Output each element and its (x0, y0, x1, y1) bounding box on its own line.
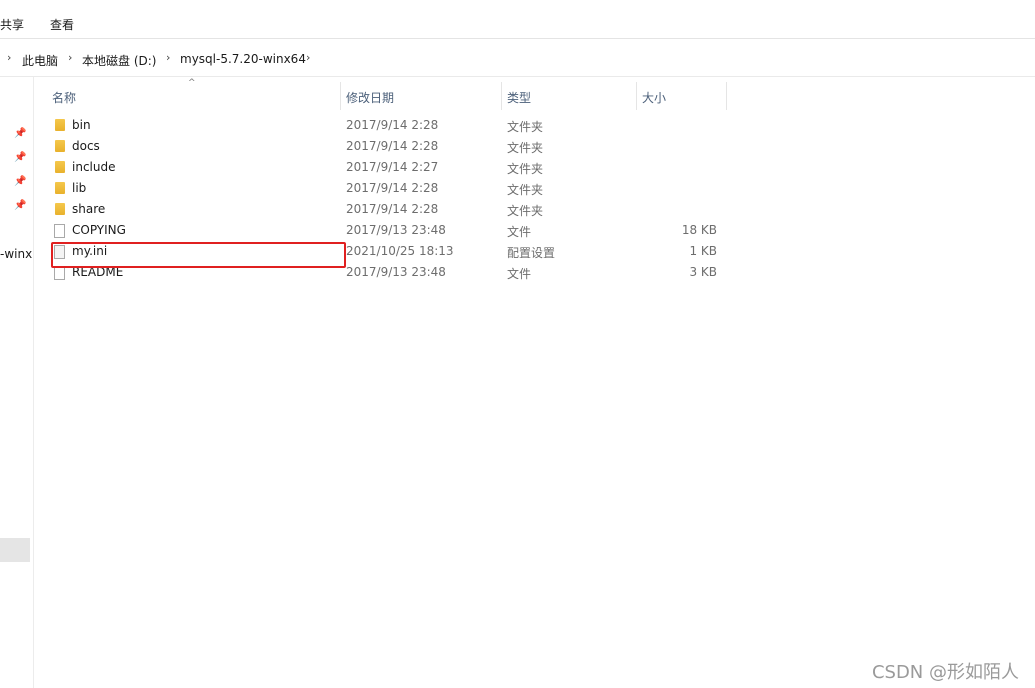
table-row[interactable]: lib 2017/9/14 2:28 文件夹 (50, 178, 730, 199)
file-type: 文件夹 (507, 162, 544, 176)
table-row[interactable]: bin 2017/9/14 2:28 文件夹 (50, 115, 730, 136)
address-divider (0, 76, 1035, 77)
chevron-right-icon: › (7, 51, 12, 64)
column-divider[interactable] (501, 82, 502, 110)
file-name: lib (72, 181, 87, 195)
file-type: 文件夹 (507, 120, 544, 134)
nav-item-mysql[interactable]: -winx (0, 247, 32, 261)
breadcrumb-this-pc[interactable]: 此电脑 (22, 52, 58, 69)
file-date: 2017/9/14 2:28 (346, 118, 439, 132)
chevron-right-icon[interactable]: › (306, 51, 310, 64)
chevron-right-icon[interactable]: › (68, 51, 72, 64)
file-name: share (72, 202, 106, 216)
file-icon (54, 224, 65, 238)
file-name: docs (72, 139, 100, 153)
file-size: 1 KB (689, 244, 717, 258)
table-row[interactable]: COPYING 2017/9/13 23:48 文件 18 KB (50, 220, 730, 241)
file-date: 2017/9/14 2:27 (346, 160, 439, 174)
file-date: 2021/10/25 18:13 (346, 244, 454, 258)
table-row[interactable]: include 2017/9/14 2:27 文件夹 (50, 157, 730, 178)
breadcrumb-mysql-folder[interactable]: mysql-5.7.20-winx64 (180, 52, 306, 66)
file-type: 文件夹 (507, 204, 544, 218)
folder-icon (55, 119, 65, 131)
table-row[interactable]: share 2017/9/14 2:28 文件夹 (50, 199, 730, 220)
folder-icon (55, 182, 65, 194)
file-icon (54, 266, 65, 280)
column-divider[interactable] (636, 82, 637, 110)
file-date: 2017/9/14 2:28 (346, 181, 439, 195)
pin-icon: 📌 (14, 128, 27, 139)
file-name: COPYING (72, 223, 126, 237)
pin-icon: 📌 (14, 176, 27, 187)
file-date: 2017/9/13 23:48 (346, 223, 446, 237)
file-type: 文件 (507, 225, 532, 239)
breadcrumb-local-disk[interactable]: 本地磁盘 (D:) (82, 52, 156, 69)
nav-selected-item[interactable] (0, 538, 30, 562)
column-header-name[interactable]: 名称 (52, 89, 76, 106)
file-type: 文件 (507, 267, 532, 281)
folder-icon (55, 161, 65, 173)
ribbon-divider (0, 38, 1035, 39)
file-size: 18 KB (681, 223, 717, 237)
highlight-annotation (51, 242, 346, 268)
navigation-pane (0, 77, 34, 688)
column-divider[interactable] (340, 82, 341, 110)
file-date: 2017/9/14 2:28 (346, 202, 439, 216)
folder-icon (55, 140, 65, 152)
folder-icon (55, 203, 65, 215)
file-date: 2017/9/14 2:28 (346, 139, 439, 153)
tab-share[interactable]: 共享 (0, 16, 24, 33)
ribbon: 共享 查看 (0, 0, 1035, 38)
sort-up-icon: ^ (188, 78, 196, 88)
file-name: include (72, 160, 116, 174)
column-divider[interactable] (726, 82, 727, 110)
tab-view[interactable]: 查看 (50, 16, 74, 33)
file-type: 文件夹 (507, 141, 544, 155)
chevron-right-icon[interactable]: › (166, 51, 170, 64)
column-header-type[interactable]: 类型 (507, 89, 531, 106)
file-type: 文件夹 (507, 183, 544, 197)
column-header-size[interactable]: 大小 (642, 89, 666, 106)
watermark: CSDN @形如陌人 (871, 662, 1019, 683)
file-name: bin (72, 118, 91, 132)
pin-icon: 📌 (14, 152, 27, 163)
pin-icon: 📌 (14, 200, 27, 211)
file-size: 3 KB (689, 265, 717, 279)
file-type: 配置设置 (507, 246, 556, 260)
column-header-date[interactable]: 修改日期 (346, 89, 394, 106)
table-row[interactable]: docs 2017/9/14 2:28 文件夹 (50, 136, 730, 157)
file-date: 2017/9/13 23:48 (346, 265, 446, 279)
